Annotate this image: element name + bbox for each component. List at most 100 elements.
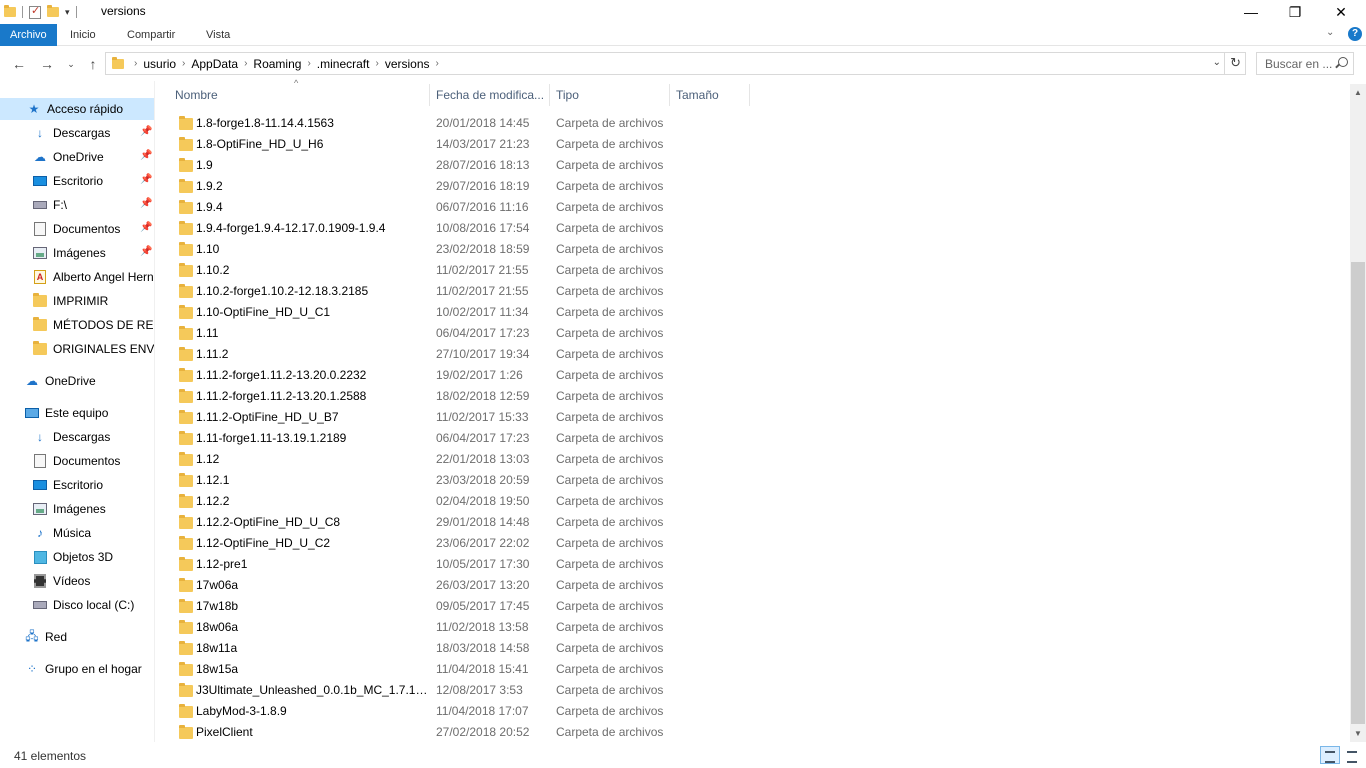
sidebar-item-alberto[interactable]: A Alberto Angel Hern [0, 266, 154, 288]
table-row[interactable]: 1.10.2-forge1.10.2-12.18.3.2185 11/02/201… [160, 281, 1350, 302]
pin-icon[interactable]: 📌 [140, 150, 152, 161]
table-row[interactable]: 18w06a 11/02/2018 13:58 Carpeta de archivo… [160, 617, 1350, 638]
breadcrumb-appdata[interactable]: AppData [191, 57, 238, 71]
table-row[interactable]: 1.9.4-forge1.9.4-12.17.0.1909-1.9.4 10/08… [160, 218, 1350, 239]
table-row[interactable]: 1.9.4 06/07/2016 11:16 Carpeta de archivos [160, 197, 1350, 218]
search-icon[interactable] [1338, 57, 1348, 67]
sidebar-item-musica[interactable]: ♪ Música [0, 522, 154, 544]
table-row[interactable]: 1.12.2 02/04/2018 19:50 Carpeta de archivo… [160, 491, 1350, 512]
file-type: Carpeta de archivos [556, 284, 664, 298]
sidebar-item-label: Vídeos [53, 574, 91, 588]
sidebar-item-metodos[interactable]: MÉTODOS DE RELA [0, 314, 154, 336]
table-row[interactable]: 1.12-pre1 10/05/2017 17:30 Carpeta de arch… [160, 554, 1350, 575]
search-input[interactable]: Buscar en ... [1256, 52, 1354, 75]
breadcrumb-usurio[interactable]: usurio [143, 57, 176, 71]
chevron-right-icon[interactable]: › [307, 58, 310, 69]
table-row[interactable]: 18w11a 18/03/2018 14:58 Carpeta de archivo… [160, 638, 1350, 659]
sidebar-item-red[interactable]: 🖧 Red [0, 626, 154, 648]
table-row[interactable]: 1.10 23/02/2018 18:59 Carpeta de archivos [160, 239, 1350, 260]
breadcrumb-minecraft[interactable]: .minecraft [317, 57, 370, 71]
sidebar-item-objetos-3d[interactable]: Objetos 3D [0, 546, 154, 568]
table-row[interactable]: 1.12.2-OptiFine_HD_U_C8 29/01/2018 14:48 C… [160, 512, 1350, 533]
sidebar-item-onedrive[interactable]: ☁ OneDrive 📌 [0, 146, 154, 168]
new-folder-icon[interactable] [47, 5, 59, 17]
sidebar-item-documentos[interactable]: Documentos 📌 [0, 218, 154, 240]
sidebar-item-escritorio-pc[interactable]: Escritorio [0, 474, 154, 496]
sidebar-item-onedrive-root[interactable]: ☁ OneDrive [0, 370, 154, 392]
table-row[interactable]: 1.8-OptiFine_HD_U_H6 14/03/2017 21:23 Carp… [160, 134, 1350, 155]
chevron-right-icon[interactable]: › [134, 58, 137, 69]
pin-icon[interactable]: 📌 [140, 174, 152, 185]
sidebar-item-acceso-rapido[interactable]: ★ Acceso rápido [0, 98, 154, 120]
folder-icon[interactable] [4, 5, 16, 17]
table-row[interactable]: 1.12.1 23/03/2018 20:59 Carpeta de archivo… [160, 470, 1350, 491]
large-icons-view-button[interactable] [1342, 746, 1362, 764]
back-button[interactable]: ← [8, 53, 30, 75]
breadcrumb-versions[interactable]: versions [385, 57, 430, 71]
sidebar-item-este-equipo[interactable]: Este equipo [0, 402, 154, 424]
table-row[interactable]: 1.11 06/04/2017 17:23 Carpeta de archivos [160, 323, 1350, 344]
table-row[interactable]: 1.11.2-OptiFine_HD_U_B7 11/02/2017 15:33 C… [160, 407, 1350, 428]
chevron-down-icon[interactable]: ⌄ [1213, 57, 1221, 68]
table-row[interactable]: 1.10-OptiFine_HD_U_C1 10/02/2017 11:34 Car… [160, 302, 1350, 323]
table-row[interactable]: PixelClient 27/02/2018 20:52 Carpeta de ar… [160, 722, 1350, 742]
pin-icon[interactable]: 📌 [140, 126, 152, 137]
expand-ribbon-icon[interactable]: ⌄ [1326, 27, 1334, 38]
chevron-right-icon[interactable]: › [182, 58, 185, 69]
customize-toolbar-icon[interactable]: ▾ [65, 7, 70, 18]
sidebar-item-originales[interactable]: ORIGINALES ENVIA [0, 338, 154, 360]
sidebar-item-videos[interactable]: Vídeos [0, 570, 154, 592]
tab-archivo[interactable]: Archivo [0, 24, 57, 46]
scroll-down-icon[interactable]: ▼ [1350, 725, 1366, 742]
sidebar-item-descargas-pc[interactable]: ↓ Descargas [0, 426, 154, 448]
table-row[interactable]: LabyMod-3-1.8.9 11/04/2018 17:07 Carpeta d… [160, 701, 1350, 722]
sidebar-item-disco-c[interactable]: Disco local (C:) [0, 594, 154, 616]
table-row[interactable]: 17w06a 26/03/2017 13:20 Carpeta de archivo… [160, 575, 1350, 596]
sidebar-item-documentos-pc[interactable]: Documentos [0, 450, 154, 472]
chevron-right-icon[interactable]: › [375, 58, 378, 69]
table-row[interactable]: 1.11.2-forge1.11.2-13.20.0.2232 19/02/201… [160, 365, 1350, 386]
table-row[interactable]: 18w15a 11/04/2018 15:41 Carpeta de archivo… [160, 659, 1350, 680]
recent-locations-button[interactable]: ⌄ [60, 53, 82, 75]
properties-icon[interactable] [29, 4, 41, 19]
tab-inicio[interactable]: Inicio [60, 24, 106, 46]
sidebar-item-escritorio[interactable]: Escritorio 📌 [0, 170, 154, 192]
table-row[interactable]: 1.12 22/01/2018 13:03 Carpeta de archivos [160, 449, 1350, 470]
table-row[interactable]: 1.8-forge1.8-11.14.4.1563 20/01/2018 14:4… [160, 113, 1350, 134]
scroll-thumb[interactable] [1351, 262, 1365, 724]
vertical-scrollbar[interactable]: ▲ ▼ [1350, 84, 1366, 742]
forward-button[interactable]: → [36, 53, 58, 75]
chevron-right-icon[interactable]: › [244, 58, 247, 69]
table-row[interactable]: J3Ultimate_Unleashed_0.0.1b_MC_1.7.10_..… [160, 680, 1350, 701]
table-row[interactable]: 1.11.2 27/10/2017 19:34 Carpeta de archivo… [160, 344, 1350, 365]
table-row[interactable]: 1.11-forge1.11-13.19.1.2189 06/04/2017 17… [160, 428, 1350, 449]
tab-compartir[interactable]: Compartir [117, 24, 185, 46]
up-button[interactable]: ↑ [82, 53, 104, 75]
pin-icon[interactable]: 📌 [140, 222, 152, 233]
details-view-button[interactable] [1320, 746, 1340, 764]
pin-icon[interactable]: 📌 [140, 246, 152, 257]
minimize-button[interactable]: — [1228, 0, 1274, 24]
table-row[interactable]: 1.10.2 11/02/2017 21:55 Carpeta de archivo… [160, 260, 1350, 281]
sidebar-item-imagenes[interactable]: Imágenes 📌 [0, 242, 154, 264]
sidebar-item-descargas[interactable]: ↓ Descargas 📌 [0, 122, 154, 144]
breadcrumb-roaming[interactable]: Roaming [253, 57, 301, 71]
sidebar-item-f-drive[interactable]: F:\ 📌 [0, 194, 154, 216]
refresh-icon[interactable]: ↻ [1230, 55, 1241, 71]
maximize-button[interactable]: ❐ [1272, 0, 1318, 24]
address-bar[interactable]: › usurio › AppData › Roaming › .minecraf… [105, 52, 1246, 75]
tab-vista[interactable]: Vista [196, 24, 240, 46]
sidebar-item-imagenes-pc[interactable]: Imágenes [0, 498, 154, 520]
chevron-right-icon[interactable]: › [436, 58, 439, 69]
close-button[interactable]: ✕ [1318, 0, 1364, 24]
table-row[interactable]: 1.9 28/07/2016 18:13 Carpeta de archivos [160, 155, 1350, 176]
help-icon[interactable]: ? [1348, 27, 1362, 41]
scroll-up-icon[interactable]: ▲ [1350, 84, 1366, 101]
sidebar-item-grupo-hogar[interactable]: ⁘ Grupo en el hogar [0, 658, 154, 680]
table-row[interactable]: 17w18b 09/05/2017 17:45 Carpeta de archivo… [160, 596, 1350, 617]
sidebar-item-imprimir[interactable]: IMPRIMIR [0, 290, 154, 312]
pin-icon[interactable]: 📌 [140, 198, 152, 209]
table-row[interactable]: 1.9.2 29/07/2016 18:19 Carpeta de archivos [160, 176, 1350, 197]
table-row[interactable]: 1.12-OptiFine_HD_U_C2 23/06/2017 22:02 Car… [160, 533, 1350, 554]
table-row[interactable]: 1.11.2-forge1.11.2-13.20.1.2588 18/02/201… [160, 386, 1350, 407]
